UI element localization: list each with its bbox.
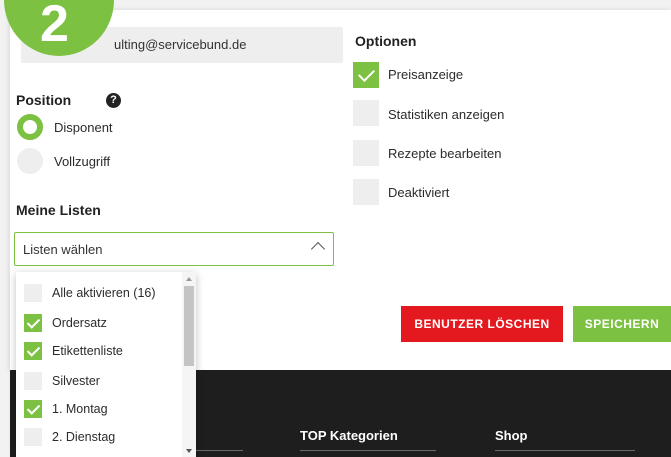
checkbox-statistiken-label: Statistiken anzeigen — [388, 107, 505, 122]
footer-col-top-kategorien[interactable]: TOP Kategorien — [300, 428, 398, 443]
lists-dropdown: Alle aktivieren (16) Ordersatz Etiketten… — [16, 272, 196, 457]
list-item-label: Silvester — [52, 374, 100, 388]
dropdown-scrollbar[interactable] — [182, 272, 196, 457]
radio-disponent-label: Disponent — [54, 120, 113, 135]
radio-disponent[interactable] — [17, 114, 43, 140]
footer-col-shop[interactable]: Shop — [495, 428, 528, 443]
delete-user-button[interactable]: BENUTZER LÖSCHEN — [401, 306, 563, 342]
position-heading: Position — [16, 92, 72, 108]
list-checkbox[interactable] — [24, 428, 42, 446]
checkbox-preisanzeige-label: Preisanzeige — [388, 67, 464, 82]
checkbox-rezepte-label: Rezepte bearbeiten — [388, 146, 502, 161]
list-checkbox[interactable] — [24, 342, 42, 360]
footer-divider — [495, 450, 635, 451]
scroll-down-icon[interactable] — [186, 449, 192, 453]
checkbox-statistiken[interactable] — [353, 100, 379, 126]
scroll-thumb[interactable] — [184, 286, 194, 366]
list-item-label: Ordersatz — [52, 316, 107, 330]
lists-select-value: Listen wählen — [23, 242, 103, 257]
radio-vollzugriff-label: Vollzugriff — [54, 154, 111, 169]
list-item-label: 1. Montag — [52, 402, 108, 416]
list-item-label: Etikettenliste — [52, 344, 123, 358]
radio-vollzugriff[interactable] — [17, 148, 43, 174]
checkbox-deaktiviert[interactable] — [353, 179, 379, 205]
checkbox-preisanzeige[interactable] — [353, 62, 379, 88]
chevron-up-icon — [310, 241, 326, 257]
lists-heading: Meine Listen — [16, 202, 101, 218]
scroll-up-icon[interactable] — [186, 277, 192, 281]
question-circle-icon[interactable]: ? — [106, 93, 121, 108]
list-item-label: Alle aktivieren (16) — [52, 286, 156, 300]
checkbox-deaktiviert-label: Deaktiviert — [388, 185, 450, 200]
list-checkbox[interactable] — [24, 400, 42, 418]
step-number: 2 — [40, 0, 69, 53]
list-checkbox[interactable] — [24, 372, 42, 390]
save-button[interactable]: SPEICHERN — [573, 306, 671, 342]
list-checkbox[interactable] — [24, 314, 42, 332]
email-value: ulting@servicebund.de — [114, 37, 247, 52]
footer-divider — [196, 450, 243, 451]
list-item-label: 2. Dienstag — [52, 430, 116, 444]
options-heading: Optionen — [355, 33, 417, 49]
list-checkbox[interactable] — [24, 284, 42, 302]
checkbox-rezepte[interactable] — [353, 140, 379, 166]
footer-divider — [300, 450, 436, 451]
lists-select[interactable]: Listen wählen — [14, 232, 334, 266]
